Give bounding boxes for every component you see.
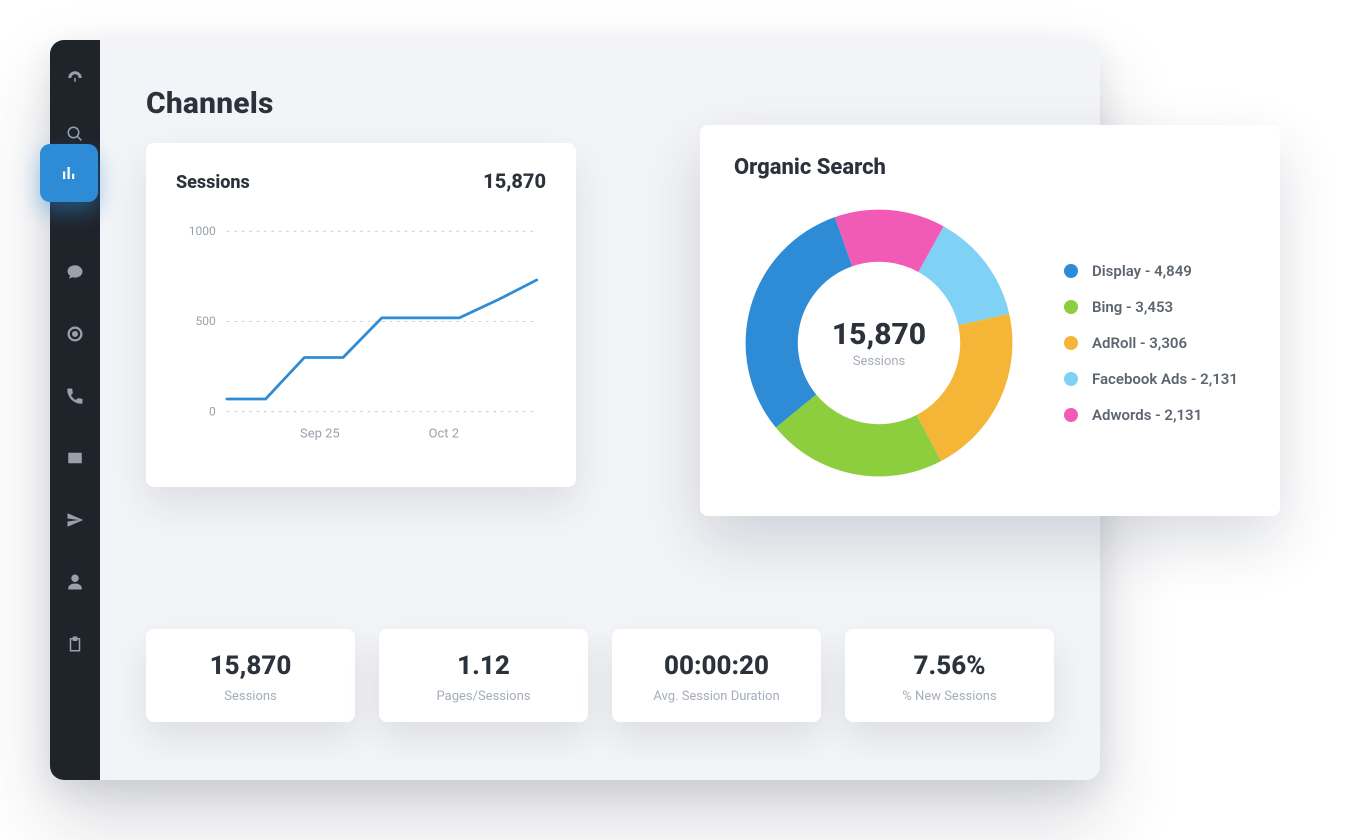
svg-text:0: 0 [209,404,216,418]
chat-icon [66,263,84,281]
kpi-avg-session-duration: 00:00:20 Avg. Session Duration [612,629,821,722]
legend-dot [1064,408,1078,422]
sidebar-item-chat[interactable] [50,248,100,296]
page-title: Channels [146,86,1060,121]
sessions-card: Sessions 15,870 0 500 1000 Sep 25 Oct 2 [146,143,576,487]
kpi-row: 15,870 Sessions 1.12 Pages/Sessions 00:0… [146,629,1054,722]
clipboard-icon [66,635,84,653]
kpi-value: 7.56% [855,651,1044,681]
kpi-label: % New Sessions [855,689,1044,704]
dashboard-icon [66,69,84,87]
legend-label: Bing - 3,453 [1092,298,1173,316]
legend-label: AdRoll - 3,306 [1092,334,1187,352]
kpi-value: 00:00:20 [622,651,811,681]
sessions-value: 15,870 [483,169,546,193]
kpi-sessions: 15,870 Sessions [146,629,355,722]
svg-text:Sep 25: Sep 25 [300,427,340,442]
search-icon [66,125,84,143]
user-icon [66,573,84,591]
send-icon [66,511,84,529]
kpi-label: Sessions [156,689,345,704]
target-icon [66,325,84,343]
legend-dot [1064,336,1078,350]
kpi-value: 1.12 [389,651,578,681]
kpi-label: Pages/Sessions [389,689,578,704]
legend-dot [1064,264,1078,278]
organic-search-card: Organic Search 15,870 Sessions Display -… [700,125,1280,516]
sidebar-item-phone[interactable] [50,372,100,420]
kpi-pages-per-session: 1.12 Pages/Sessions [379,629,588,722]
kpi-label: Avg. Session Duration [622,689,811,704]
donut-legend: Display - 4,849 Bing - 3,453 AdRoll - 3,30… [1064,262,1238,424]
kpi-value: 15,870 [156,651,345,681]
sidebar [50,40,100,780]
svg-text:Oct 2: Oct 2 [429,427,459,442]
sidebar-item-user[interactable] [50,558,100,606]
legend-item: Facebook Ads - 2,131 [1064,370,1238,388]
sidebar-item-target[interactable] [50,310,100,358]
legend-item: Bing - 3,453 [1064,298,1238,316]
donut-center-value: 15,870 [832,317,926,352]
legend-item: Display - 4,849 [1064,262,1238,280]
sessions-label: Sessions [176,172,250,193]
bar-chart-icon [60,164,78,182]
legend-item: AdRoll - 3,306 [1064,334,1238,352]
legend-label: Display - 4,849 [1092,262,1192,280]
legend-dot [1064,372,1078,386]
sidebar-item-send[interactable] [50,496,100,544]
sidebar-item-analytics[interactable] [40,144,98,202]
donut-chart: 15,870 Sessions [734,198,1024,488]
organic-title: Organic Search [734,155,1246,180]
legend-item: Adwords - 2,131 [1064,406,1238,424]
sidebar-item-clipboard[interactable] [50,620,100,668]
svg-text:500: 500 [196,314,217,328]
sessions-line-chart: 0 500 1000 Sep 25 Oct 2 [176,203,546,463]
legend-dot [1064,300,1078,314]
phone-icon [66,387,84,405]
kpi-new-sessions: 7.56% % New Sessions [845,629,1054,722]
mail-icon [66,449,84,467]
svg-text:1000: 1000 [189,224,216,238]
legend-label: Facebook Ads - 2,131 [1092,370,1238,388]
sidebar-item-mail[interactable] [50,434,100,482]
legend-label: Adwords - 2,131 [1092,406,1202,424]
donut-center-label: Sessions [853,354,906,369]
sidebar-item-dashboard[interactable] [50,54,100,102]
